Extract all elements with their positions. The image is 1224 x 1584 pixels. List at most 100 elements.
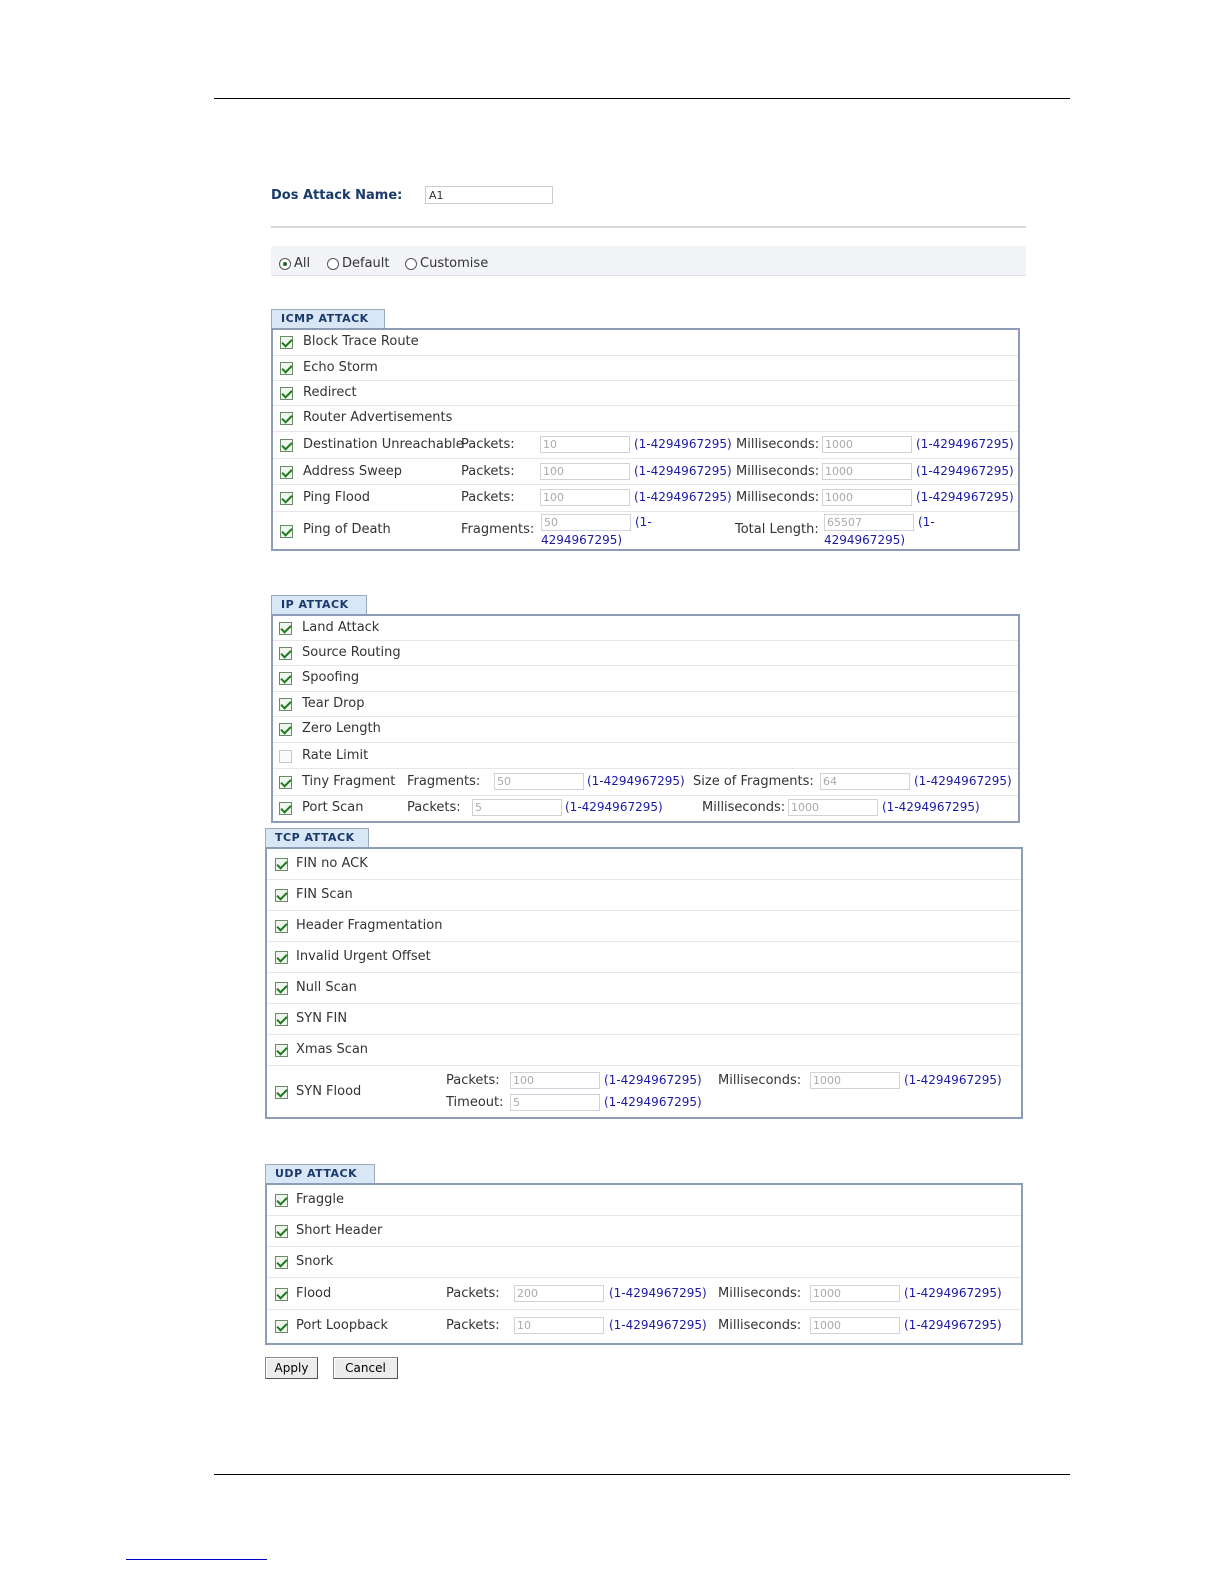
icmp-row: Router Advertisements <box>273 406 1018 432</box>
checkbox-checked-icon[interactable] <box>279 647 292 660</box>
timeout-input[interactable] <box>510 1094 600 1111</box>
ip-row: Tiny Fragment Fragments: (1-4294967295) … <box>273 769 1018 796</box>
apply-button[interactable]: Apply <box>265 1357 318 1379</box>
udp-row: Fraggle <box>267 1185 1021 1216</box>
dos-attack-name-label: Dos Attack Name: <box>271 188 403 203</box>
packets-input[interactable] <box>472 799 562 816</box>
tcp-item-label: SYN Flood <box>296 1084 362 1099</box>
range-hint: (1-4294967295) <box>916 437 1014 451</box>
checkbox-checked-icon[interactable] <box>275 889 288 902</box>
checkbox-checked-icon[interactable] <box>279 802 292 815</box>
param-label: Milliseconds: <box>718 1073 802 1088</box>
ip-row: Tear Drop <box>273 692 1018 717</box>
size-of-fragments-input[interactable] <box>820 773 910 790</box>
tcp-attack-panel: FIN no ACK FIN Scan Header Fragmentation… <box>265 847 1023 1119</box>
param-label: Total Length: <box>735 522 819 537</box>
checkbox-checked-icon[interactable] <box>275 1013 288 1026</box>
radio-default-label: Default <box>342 256 390 271</box>
param-label: Milliseconds: <box>718 1318 802 1333</box>
separator <box>271 226 1026 228</box>
checkbox-checked-icon[interactable] <box>275 858 288 871</box>
milliseconds-input[interactable] <box>822 489 912 506</box>
range-hint: (1- <box>918 515 935 529</box>
radio-selected-icon[interactable] <box>279 257 291 270</box>
param-label: Packets: <box>461 464 515 479</box>
checkbox-checked-icon[interactable] <box>275 982 288 995</box>
ip-item-label: Tiny Fragment <box>302 774 396 789</box>
icmp-item-label: Ping of Death <box>303 522 391 537</box>
packets-input[interactable] <box>514 1317 604 1334</box>
checkbox-checked-icon[interactable] <box>280 525 293 538</box>
ip-item-label: Spoofing <box>302 670 360 685</box>
checkbox-checked-icon[interactable] <box>280 412 293 425</box>
milliseconds-input[interactable] <box>810 1317 900 1334</box>
checkbox-checked-icon[interactable] <box>275 920 288 933</box>
checkbox-checked-icon[interactable] <box>275 1288 288 1301</box>
packets-input[interactable] <box>510 1072 600 1089</box>
ip-row: Land Attack <box>273 616 1018 641</box>
tcp-attack-tab: TCP ATTACK <box>265 828 369 847</box>
ip-attack-tab: IP ATTACK <box>271 595 367 614</box>
param-label: Milliseconds: <box>702 800 786 815</box>
milliseconds-input[interactable] <box>822 436 912 453</box>
checkbox-checked-icon[interactable] <box>275 1225 288 1238</box>
header-rule <box>214 98 1070 99</box>
range-hint: (1-4294967295) <box>634 490 732 504</box>
tcp-item-label: Invalid Urgent Offset <box>296 949 431 964</box>
radio-default[interactable]: Default <box>327 256 390 271</box>
radio-all[interactable]: All <box>279 256 310 271</box>
milliseconds-input[interactable] <box>788 799 878 816</box>
checkbox-checked-icon[interactable] <box>280 439 293 452</box>
checkbox-checked-icon[interactable] <box>280 336 293 349</box>
packets-input[interactable] <box>514 1285 604 1302</box>
milliseconds-input[interactable] <box>822 463 912 480</box>
checkbox-checked-icon[interactable] <box>275 1256 288 1269</box>
checkbox-checked-icon[interactable] <box>280 362 293 375</box>
packets-input[interactable] <box>540 489 630 506</box>
udp-row: Flood Packets: (1-4294967295) Millisecon… <box>267 1278 1021 1310</box>
packets-input[interactable] <box>540 436 630 453</box>
tcp-item-label: FIN no ACK <box>296 856 368 871</box>
param-label: Packets: <box>446 1073 500 1088</box>
icmp-item-label: Redirect <box>303 385 357 400</box>
udp-item-label: Flood <box>296 1286 332 1301</box>
packets-input[interactable] <box>540 463 630 480</box>
ip-row: Port Scan Packets: (1-4294967295) Millis… <box>273 796 1018 821</box>
checkbox-checked-icon[interactable] <box>279 622 292 635</box>
param-label: Fragments: <box>461 522 535 537</box>
checkbox-checked-icon[interactable] <box>279 776 292 789</box>
udp-item-label: Port Loopback <box>296 1318 388 1333</box>
ip-item-label: Source Routing <box>302 645 401 660</box>
radio-customise[interactable]: Customise <box>405 256 488 271</box>
milliseconds-input[interactable] <box>810 1072 900 1089</box>
range-hint: (1-4294967295) <box>604 1073 702 1087</box>
checkbox-checked-icon[interactable] <box>275 1320 288 1333</box>
total-length-input[interactable] <box>824 514 914 531</box>
radio-unselected-icon[interactable] <box>327 257 339 270</box>
range-hint: (1-4294967295) <box>882 800 980 814</box>
checkbox-checked-icon[interactable] <box>280 492 293 505</box>
tcp-row: SYN Flood Packets: (1-4294967295) Millis… <box>267 1066 1021 1117</box>
checkbox-checked-icon[interactable] <box>280 387 293 400</box>
milliseconds-input[interactable] <box>810 1285 900 1302</box>
checkbox-checked-icon[interactable] <box>280 466 293 479</box>
checkbox-checked-icon[interactable] <box>275 1086 288 1099</box>
dos-attack-name-input[interactable] <box>425 186 553 204</box>
ip-item-label: Tear Drop <box>302 696 365 711</box>
ip-item-label: Land Attack <box>302 620 380 635</box>
tcp-row: Header Fragmentation <box>267 911 1021 942</box>
icmp-attack-panel: Block Trace Route Echo Storm Redirect Ro… <box>271 328 1020 551</box>
fragments-input[interactable] <box>541 514 631 531</box>
checkbox-unchecked-icon[interactable] <box>279 750 292 763</box>
checkbox-checked-icon[interactable] <box>279 698 292 711</box>
checkbox-checked-icon[interactable] <box>279 723 292 736</box>
radio-unselected-icon[interactable] <box>405 257 417 270</box>
checkbox-checked-icon[interactable] <box>279 672 292 685</box>
fragments-input[interactable] <box>494 773 584 790</box>
checkbox-checked-icon[interactable] <box>275 951 288 964</box>
checkbox-checked-icon[interactable] <box>275 1194 288 1207</box>
range-hint: (1-4294967295) <box>916 490 1014 504</box>
checkbox-checked-icon[interactable] <box>275 1044 288 1057</box>
cancel-button[interactable]: Cancel <box>333 1357 398 1379</box>
range-hint: (1-4294967295) <box>609 1318 707 1332</box>
